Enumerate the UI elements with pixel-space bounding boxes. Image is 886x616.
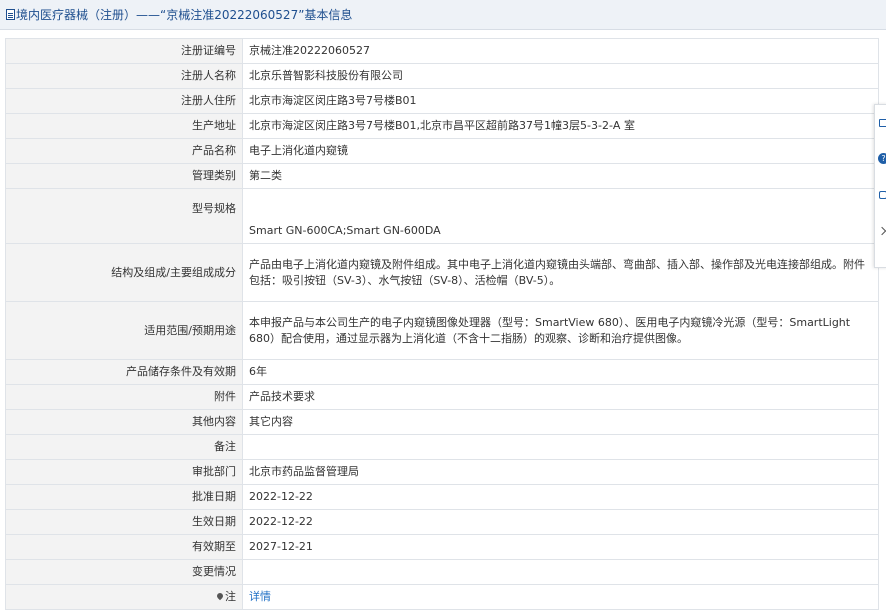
row-label: 管理类别 — [5, 163, 243, 189]
note-label-cell: 注 — [5, 584, 243, 610]
row-value: 京械注准20222060527 — [242, 38, 879, 64]
row-value: 2022-12-22 — [242, 509, 879, 535]
row-value: 第二类 — [242, 163, 879, 189]
row-value — [242, 434, 879, 460]
table-row: 变更情况 — [5, 559, 879, 585]
side-toolbar — [874, 104, 886, 268]
table-row: 注册人名称 北京乐普智影科技股份有限公司 — [5, 63, 879, 89]
row-value: 产品由电子上消化道内窥镜及附件组成。其中电子上消化道内窥镜由头端部、弯曲部、插入… — [242, 243, 879, 302]
table-row: 产品名称 电子上消化道内窥镜 — [5, 138, 879, 164]
table-row: 注 详情 — [5, 584, 879, 610]
row-label: 变更情况 — [5, 559, 243, 585]
row-label: 产品名称 — [5, 138, 243, 164]
table-row: 批准日期 2022-12-22 — [5, 484, 879, 510]
feedback-icon[interactable] — [878, 117, 886, 131]
details-link[interactable]: 详情 — [249, 590, 271, 603]
page: 境内医疗器械（注册）——“京械注准20222060527”基本信息 注册证编号 … — [0, 0, 886, 616]
table-row: 注册人住所 北京市海淀区闵庄路3号7号楼B01 — [5, 88, 879, 114]
row-label: 其他内容 — [5, 409, 243, 435]
page-header: 境内医疗器械（注册）——“京械注准20222060527”基本信息 — [0, 0, 886, 30]
info-table: 注册证编号 京械注准20222060527 注册人名称 北京乐普智影科技股份有限… — [5, 38, 879, 610]
share-icon[interactable] — [878, 189, 886, 203]
document-icon — [6, 9, 15, 20]
row-value: Smart GN-600CA;Smart GN-600DA — [242, 188, 879, 244]
row-label: 审批部门 — [5, 459, 243, 485]
row-value: 2027-12-21 — [242, 534, 879, 560]
table-row: 审批部门 北京市药品监督管理局 — [5, 459, 879, 485]
pin-icon — [215, 591, 225, 601]
row-label: 批准日期 — [5, 484, 243, 510]
row-label: 有效期至 — [5, 534, 243, 560]
row-value: 2022-12-22 — [242, 484, 879, 510]
row-value — [242, 559, 879, 585]
row-value: 本申报产品与本公司生产的电子内窥镜图像处理器（型号：SmartView 680）… — [242, 301, 879, 360]
table-row: 生产地址 北京市海淀区闵庄路3号7号楼B01,北京市昌平区超前路37号1幢3层5… — [5, 113, 879, 139]
row-label: 注册人名称 — [5, 63, 243, 89]
row-value: 6年 — [242, 359, 879, 385]
table-row: 产品储存条件及有效期 6年 — [5, 359, 879, 385]
row-label: 结构及组成/主要组成成分 — [5, 243, 243, 302]
row-value: 北京市海淀区闵庄路3号7号楼B01,北京市昌平区超前路37号1幢3层5-3-2-… — [242, 113, 879, 139]
table-row: 附件 产品技术要求 — [5, 384, 879, 410]
table-row: 适用范围/预期用途 本申报产品与本公司生产的电子内窥镜图像处理器（型号：Smar… — [5, 301, 879, 360]
row-value: 电子上消化道内窥镜 — [242, 138, 879, 164]
row-label: 适用范围/预期用途 — [5, 301, 243, 360]
page-title: 境内医疗器械（注册）——“京械注准20222060527”基本信息 — [16, 8, 353, 22]
table-row: 型号规格 Smart GN-600CA;Smart GN-600DA — [5, 188, 879, 244]
row-value: 产品技术要求 — [242, 384, 879, 410]
row-label: 型号规格 — [5, 188, 243, 244]
row-label: 产品储存条件及有效期 — [5, 359, 243, 385]
table-row: 生效日期 2022-12-22 — [5, 509, 879, 535]
row-label: 生效日期 — [5, 509, 243, 535]
row-label: 生产地址 — [5, 113, 243, 139]
row-value: 其它内容 — [242, 409, 879, 435]
row-value: 北京市药品监督管理局 — [242, 459, 879, 485]
row-label: 注册人住所 — [5, 88, 243, 114]
note-value-cell: 详情 — [242, 584, 879, 610]
table-row: 注册证编号 京械注准20222060527 — [5, 38, 879, 64]
help-icon[interactable] — [878, 153, 886, 167]
row-label: 附件 — [5, 384, 243, 410]
table-row: 有效期至 2027-12-21 — [5, 534, 879, 560]
table-row: 其他内容 其它内容 — [5, 409, 879, 435]
row-label: 注册证编号 — [5, 38, 243, 64]
table-row: 备注 — [5, 434, 879, 460]
collapse-chevron-icon[interactable] — [878, 225, 886, 239]
table-row: 管理类别 第二类 — [5, 163, 879, 189]
row-value: 北京乐普智影科技股份有限公司 — [242, 63, 879, 89]
row-label: 备注 — [5, 434, 243, 460]
table-row: 结构及组成/主要组成成分 产品由电子上消化道内窥镜及附件组成。其中电子上消化道内… — [5, 243, 879, 302]
row-value: 北京市海淀区闵庄路3号7号楼B01 — [242, 88, 879, 114]
row-label: 注 — [225, 590, 236, 603]
